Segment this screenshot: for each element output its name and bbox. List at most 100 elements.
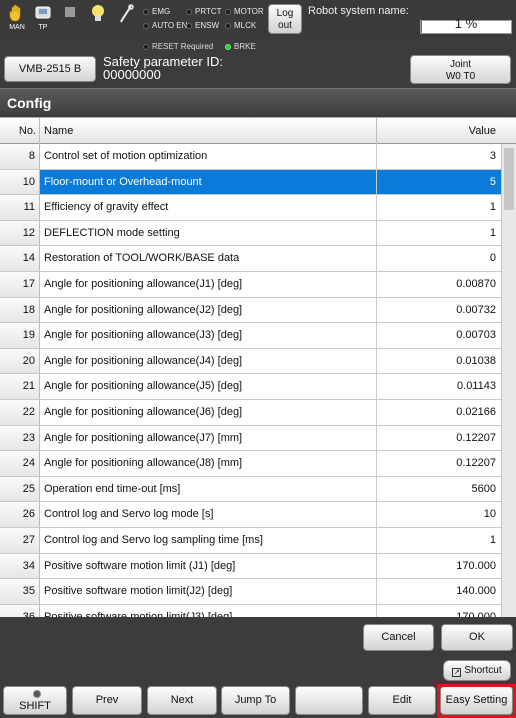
shortcut-arrow-icon: ↗ [452,668,462,677]
table-row[interactable]: 10 Floor-mount or Overhead-mount 5 [0,169,501,196]
led-icon [225,9,231,15]
table-row[interactable]: 12 DEFLECTION mode setting 1 [0,220,501,247]
jump-to-button[interactable]: Jump To [221,686,290,715]
row-name: Positive software motion limit(J3) [deg] [40,604,377,617]
row-number: 34 [0,553,40,579]
edit-button[interactable]: Edit [368,686,436,715]
page-title: Config [0,88,516,116]
led-icon [186,9,192,15]
row-name: Control set of motion optimization [40,144,377,169]
row-name: Angle for positioning allowance(J6) [deg… [40,399,377,425]
table-row[interactable]: 8 Control set of motion optimization 3 [0,144,501,170]
row-value: 0 [489,252,496,265]
led-icon [225,23,231,29]
logout-button[interactable]: Log out [268,4,302,34]
scrollbar-thumb[interactable] [504,148,514,210]
table-row[interactable]: 11 Efficiency of gravity effect 1 [0,195,501,221]
speed-override-bar[interactable]: 1 % [420,16,512,34]
robot-system-name-label: Robot system name: [308,5,409,17]
status-bar: MAN TP EMG PRTCT MOTOR AUTO EN ENSW MLCK… [0,0,516,38]
row-name: DEFLECTION mode setting [40,220,377,246]
column-header-value[interactable]: Value [377,118,501,144]
column-header-no[interactable]: No. [0,118,40,144]
shift-button[interactable]: SHIFT [3,686,67,715]
ok-button[interactable]: OK [441,624,513,651]
table-row[interactable]: 36 Positive software motion limit(J3) [de… [0,604,501,617]
row-value: 0.12207 [456,431,496,444]
maintenance-indicator[interactable] [113,4,139,34]
table-row[interactable]: 26 Control log and Servo log mode [s] 10 [0,502,501,528]
row-value: 1 [489,533,496,546]
table-row[interactable]: 24 Angle for positioning allowance(J8) [m… [0,451,501,477]
led-icon [143,23,149,29]
safety-parameter-id: Safety parameter ID: 00000000 [103,54,223,82]
led-icon [143,44,149,50]
row-name: Control log and Servo log mode [s] [40,502,377,527]
vertical-scrollbar[interactable] [501,144,516,617]
table-row[interactable]: 18 Angle for positioning allowance(J2) [d… [0,297,501,324]
mlck-indicator: MLCK [225,21,256,31]
row-value: 0.00732 [456,303,496,316]
led-icon [143,9,149,15]
table-row[interactable]: 35 Positive software motion limit(J2) [de… [0,579,501,605]
table-row[interactable]: 20 Angle for positioning allowance(J4) [d… [0,348,501,375]
row-number: 35 [0,579,40,604]
info-bar: RESET Required BRKE VMB-2515 B Safety pa… [0,38,516,88]
teach-pendant-icon [30,4,56,24]
motor-indicator: MOTOR [225,7,264,17]
column-header-name[interactable]: Name [40,118,377,144]
table-row[interactable]: 22 Angle for positioning allowance(J6) [d… [0,399,501,426]
prev-button[interactable]: Prev [72,686,142,715]
row-value: 0.02166 [456,405,496,418]
stop-square-icon [57,4,83,24]
row-number: 36 [0,604,40,617]
row-number: 19 [0,323,40,348]
next-button[interactable]: Next [147,686,217,715]
manual-mode-indicator[interactable]: MAN [4,4,30,34]
stop-indicator[interactable] [57,4,83,34]
row-number: 12 [0,220,40,246]
row-number: 27 [0,527,40,553]
row-value: 10 [483,508,496,521]
row-number: 23 [0,425,40,451]
table-row[interactable]: 14 Restoration of TOOL/WORK/BASE data 0 [0,246,501,272]
coordinate-system-button[interactable]: Joint W0 T0 [410,55,511,84]
robot-model-button[interactable]: VMB-2515 B [4,56,96,82]
row-number: 20 [0,348,40,374]
lamp-indicator[interactable] [85,4,111,34]
shortcut-button[interactable]: ↗ Shortcut [443,660,511,681]
table-row[interactable]: 25 Operation end time-out [ms] 5600 [0,476,501,503]
row-name: Angle for positioning allowance(J1) [deg… [40,271,377,297]
row-name: Angle for positioning allowance(J7) [mm] [40,425,377,451]
row-number: 22 [0,399,40,425]
blank-function-button[interactable] [295,686,363,715]
table-row[interactable]: 21 Angle for positioning allowance(J5) [d… [0,374,501,400]
row-number: 14 [0,246,40,271]
row-number: 8 [0,144,40,169]
table-row[interactable]: 19 Angle for positioning allowance(J3) [d… [0,323,501,349]
row-value: 1 [489,226,496,239]
config-table: No. Name Value 8 Control set of motion op… [0,117,516,617]
table-row[interactable]: 23 Angle for positioning allowance(J7) [m… [0,425,501,452]
table-row[interactable]: 27 Control log and Servo log sampling tim… [0,527,501,554]
table-row[interactable]: 17 Angle for positioning allowance(J1) [d… [0,271,501,298]
row-name: Angle for positioning allowance(J8) [mm] [40,451,377,476]
row-name: Restoration of TOOL/WORK/BASE data [40,246,377,271]
row-value: 5 [377,169,501,195]
row-value: 0.12207 [456,457,496,470]
row-number: 25 [0,476,40,502]
cancel-button[interactable]: Cancel [363,624,434,651]
row-name: Positive software motion limit (J1) [deg… [40,553,377,579]
speed-override-text: 1 % [454,16,478,31]
row-name: Angle for positioning allowance(J3) [deg… [40,323,377,348]
row-name: Control log and Servo log sampling time … [40,527,377,553]
row-value: 0.01143 [457,380,496,393]
hand-icon [4,4,30,24]
table-row[interactable]: 34 Positive software motion limit (J1) [d… [0,553,501,580]
auto-en-indicator: AUTO EN [143,21,187,31]
table-header: No. Name Value [0,118,516,144]
emg-indicator: EMG [143,7,170,17]
tp-indicator[interactable]: TP [30,4,56,34]
row-value: 170.000 [456,559,496,572]
row-name: Angle for positioning allowance(J2) [deg… [40,297,377,323]
